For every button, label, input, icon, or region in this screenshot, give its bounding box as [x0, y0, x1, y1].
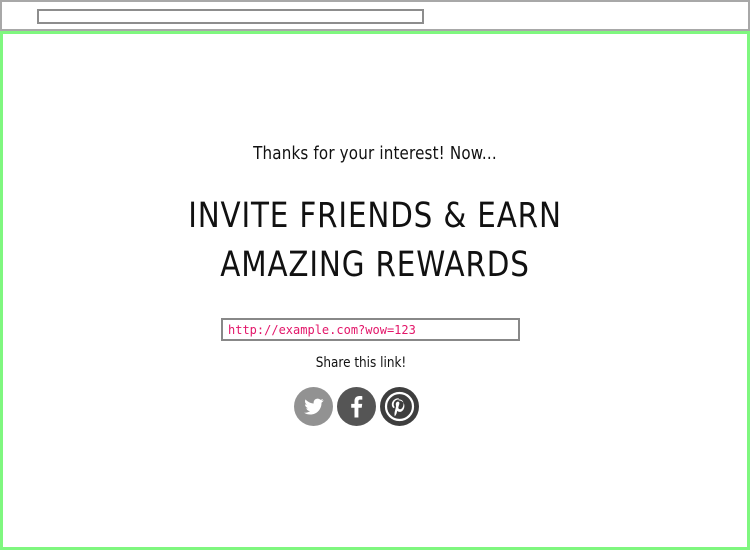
address-bar[interactable] — [37, 9, 424, 24]
pinterest-share-button[interactable] — [380, 387, 419, 426]
share-link-field[interactable] — [221, 318, 520, 341]
facebook-share-button[interactable] — [337, 387, 376, 426]
headline-line-2: AMAZING REWARDS — [220, 245, 530, 285]
social-share-buttons — [294, 387, 422, 427]
headline-line-1: INVITE FRIENDS & EARN — [188, 196, 562, 236]
twitter-share-button[interactable] — [294, 387, 333, 426]
invite-rewards-panel: Thanks for your interest! Now... INVITE … — [0, 31, 750, 550]
facebook-icon — [351, 396, 363, 418]
share-caption: Share this link! — [315, 355, 407, 371]
pinterest-icon — [384, 391, 415, 422]
browser-toolbar — [0, 0, 750, 31]
twitter-icon — [304, 398, 324, 415]
intro-text: Thanks for your interest! Now... — [253, 143, 497, 164]
page-title: INVITE FRIENDS & EARN AMAZING REWARDS — [63, 192, 688, 290]
